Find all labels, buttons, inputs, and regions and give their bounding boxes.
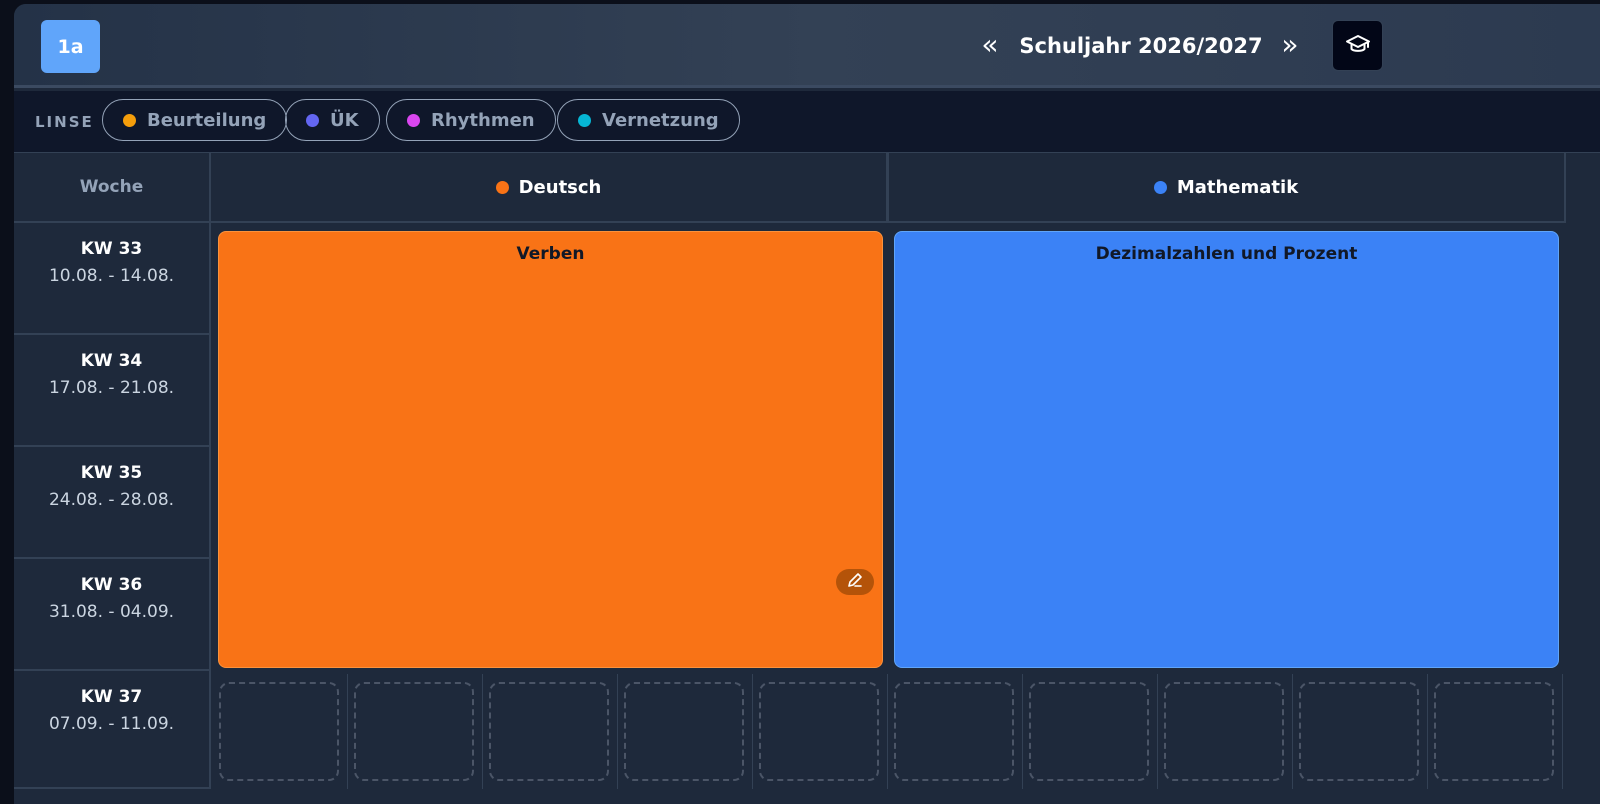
week-row-kw34: KW 34 17.08. - 21.08. <box>14 335 211 447</box>
chip-dot <box>306 113 319 127</box>
chip-label: ÜK <box>330 109 359 131</box>
empty-slot-cell <box>618 674 753 789</box>
week-number: KW 37 <box>80 687 143 707</box>
class-selector-button[interactable]: 1a <box>41 20 100 73</box>
chip-dot <box>407 113 420 127</box>
subject-label: Mathematik <box>1176 176 1299 198</box>
empty-lesson-slot[interactable] <box>1434 682 1554 781</box>
chip-label: Vernetzung <box>602 109 719 131</box>
column-divider <box>887 153 889 223</box>
week-number: KW 35 <box>80 463 143 483</box>
graduation-cap-icon <box>1345 33 1371 59</box>
next-year-button[interactable]: » <box>1276 30 1304 62</box>
empty-lesson-slot[interactable] <box>219 682 339 781</box>
subject-header-deutsch[interactable]: Deutsch <box>211 153 888 223</box>
empty-slot-cell <box>1023 674 1158 789</box>
week-row-kw37: KW 37 07.09. - 11.09. <box>14 671 211 789</box>
top-header: 1a « Schuljahr 2026/2027 » <box>14 4 1600 88</box>
empty-lesson-slot[interactable] <box>354 682 474 781</box>
empty-lesson-slot[interactable] <box>489 682 609 781</box>
week-row-kw36: KW 36 31.08. - 04.09. <box>14 559 211 671</box>
lens-filter-bar: LINSE Beurteilung ÜK Rhythmen Vernetzung <box>14 91 1600 153</box>
empty-slot-cell <box>483 674 618 789</box>
chip-label: Beurteilung <box>147 109 267 131</box>
week-date-range: 10.08. - 14.08. <box>48 266 175 286</box>
week-number: KW 33 <box>80 239 143 259</box>
week-row-kw33: KW 33 10.08. - 14.08. <box>14 223 211 335</box>
empty-lesson-slot[interactable] <box>1164 682 1284 781</box>
subject-header-mathematik[interactable]: Mathematik <box>888 153 1566 223</box>
lens-chip-beurteilung[interactable]: Beurteilung <box>102 99 288 141</box>
graduation-cap-button[interactable] <box>1332 20 1383 71</box>
empty-lesson-slot[interactable] <box>759 682 879 781</box>
school-year-title: Schuljahr 2026/2027 <box>1019 34 1263 58</box>
week-number: KW 36 <box>80 575 143 595</box>
pencil-icon <box>846 571 864 594</box>
subject-dot <box>495 180 509 194</box>
empty-slot-cell <box>213 674 348 789</box>
chip-dot <box>123 113 136 127</box>
empty-lesson-slot[interactable] <box>1299 682 1419 781</box>
empty-lesson-slot[interactable] <box>624 682 744 781</box>
lens-label: LINSE <box>35 113 94 131</box>
app-window: 1a « Schuljahr 2026/2027 » LINSE Beurtei… <box>14 4 1600 804</box>
empty-slot-cell <box>753 674 888 789</box>
chip-label: Rhythmen <box>431 109 535 131</box>
empty-lesson-slot[interactable] <box>1029 682 1149 781</box>
subject-label: Deutsch <box>518 176 602 198</box>
empty-slot-cell <box>888 674 1023 789</box>
planning-grid: Woche Deutsch Mathematik KW 33 10.08. - … <box>14 153 1600 804</box>
lens-chip-rhythmen[interactable]: Rhythmen <box>386 99 556 141</box>
empty-slot-cell <box>1428 674 1563 789</box>
week-row-kw35: KW 35 24.08. - 28.08. <box>14 447 211 559</box>
previous-year-button[interactable]: « <box>976 30 1004 62</box>
subject-dot <box>1153 180 1167 194</box>
week-date-range: 17.08. - 21.08. <box>48 378 175 398</box>
edit-topic-button[interactable] <box>836 569 874 595</box>
chip-dot <box>578 113 591 127</box>
empty-slot-cell <box>348 674 483 789</box>
topic-card-verben[interactable]: Verben <box>218 231 883 668</box>
topic-title: Verben <box>516 244 585 264</box>
week-date-range: 24.08. - 28.08. <box>48 490 175 510</box>
week-date-range: 07.09. - 11.09. <box>48 714 175 734</box>
topic-card-dezimalzahlen[interactable]: Dezimalzahlen und Prozent <box>894 231 1559 668</box>
empty-slot-cell <box>1293 674 1428 789</box>
week-date-range: 31.08. - 04.09. <box>48 602 175 622</box>
empty-lesson-slot[interactable] <box>894 682 1014 781</box>
empty-slot-cell <box>1158 674 1293 789</box>
week-number: KW 34 <box>80 351 143 371</box>
lens-chip-uek[interactable]: ÜK <box>285 99 380 141</box>
week-column-header: Woche <box>14 153 211 223</box>
lens-chip-vernetzung[interactable]: Vernetzung <box>557 99 740 141</box>
topic-title: Dezimalzahlen und Prozent <box>1095 244 1358 264</box>
